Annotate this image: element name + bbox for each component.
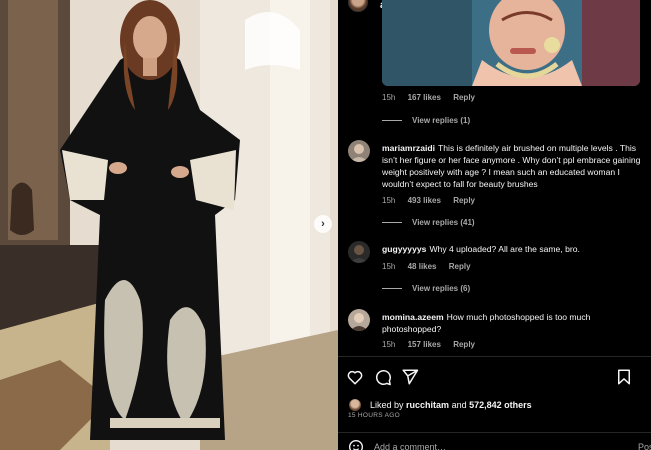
commenter-avatar[interactable] xyxy=(348,140,370,162)
comment-time: 15h xyxy=(382,196,396,205)
add-comment-bar: Add a comment… Post xyxy=(338,432,651,450)
comment-likes[interactable]: 493 likes xyxy=(408,196,441,205)
replies-line xyxy=(382,222,402,224)
comment-likes[interactable]: 48 likes xyxy=(408,262,437,271)
likes-prefix: Liked by xyxy=(370,400,404,410)
divider xyxy=(338,356,651,357)
bookmark-icon[interactable] xyxy=(615,368,633,386)
reply-button[interactable]: Reply xyxy=(449,262,471,271)
comment-time: 15h xyxy=(382,93,396,102)
commenter-avatar[interactable] xyxy=(348,241,370,263)
post-image xyxy=(0,0,338,450)
likes-count[interactable]: 572,842 others xyxy=(469,400,532,410)
comment-text: gugyyyyys Why 4 uploaded? All are the sam… xyxy=(382,244,580,254)
commenter-avatar[interactable] xyxy=(348,309,370,331)
post-photo[interactable]: › xyxy=(0,0,338,450)
comment-text: mariamrzaidi This is definitely air brush… xyxy=(382,143,641,189)
reply-button[interactable]: Reply xyxy=(453,340,475,349)
post-comment-button[interactable]: Post xyxy=(638,442,651,450)
action-bar xyxy=(338,368,651,388)
comments-panel: aishwaryaraibachchan_arb✓ 15h 167 likes … xyxy=(338,0,651,450)
likes-summary: Liked by rucchitam and 572,842 others xyxy=(348,398,648,412)
view-replies-button[interactable]: View replies (1) xyxy=(382,116,470,125)
comment-likes[interactable]: 157 likes xyxy=(408,340,441,349)
comment-time: 15h xyxy=(382,262,396,271)
liker-avatar[interactable] xyxy=(348,398,362,412)
share-icon[interactable] xyxy=(401,368,419,386)
emoji-icon[interactable] xyxy=(348,439,364,450)
commenter-username[interactable]: gugyyyyys xyxy=(382,244,426,254)
comment-meta: 15h 48 likes Reply xyxy=(382,262,481,271)
view-replies-button[interactable]: View replies (6) xyxy=(382,284,470,293)
likes-connector: and xyxy=(451,400,467,410)
comment-time: 15h xyxy=(382,340,396,349)
comment-text: momina.azeem How much photoshopped is too… xyxy=(382,312,591,334)
next-image-button[interactable]: › xyxy=(314,215,332,233)
comment-meta: 15h 157 likes Reply xyxy=(382,340,485,349)
commenter-username[interactable]: mariamrzaidi xyxy=(382,143,435,153)
comment-image[interactable] xyxy=(382,0,640,86)
liker-username[interactable]: rucchitam xyxy=(406,400,449,410)
reply-button[interactable]: Reply xyxy=(453,93,475,102)
view-replies-button[interactable]: View replies (41) xyxy=(382,218,475,227)
replies-line xyxy=(382,120,402,122)
comment-meta: 15h 493 likes Reply xyxy=(382,196,485,205)
comment-image-graphic xyxy=(382,0,640,86)
comment-input[interactable]: Add a comment… xyxy=(374,442,446,450)
comment-icon[interactable] xyxy=(374,368,392,386)
reply-button[interactable]: Reply xyxy=(453,196,475,205)
comment-meta: 15h 167 likes Reply xyxy=(382,93,485,102)
replies-line xyxy=(382,288,402,290)
post-timestamp: 15 HOURS AGO xyxy=(348,412,401,419)
commenter-username[interactable]: momina.azeem xyxy=(382,312,444,322)
author-avatar[interactable] xyxy=(348,0,368,12)
comment-likes[interactable]: 167 likes xyxy=(408,93,441,102)
heart-icon[interactable] xyxy=(346,368,364,386)
